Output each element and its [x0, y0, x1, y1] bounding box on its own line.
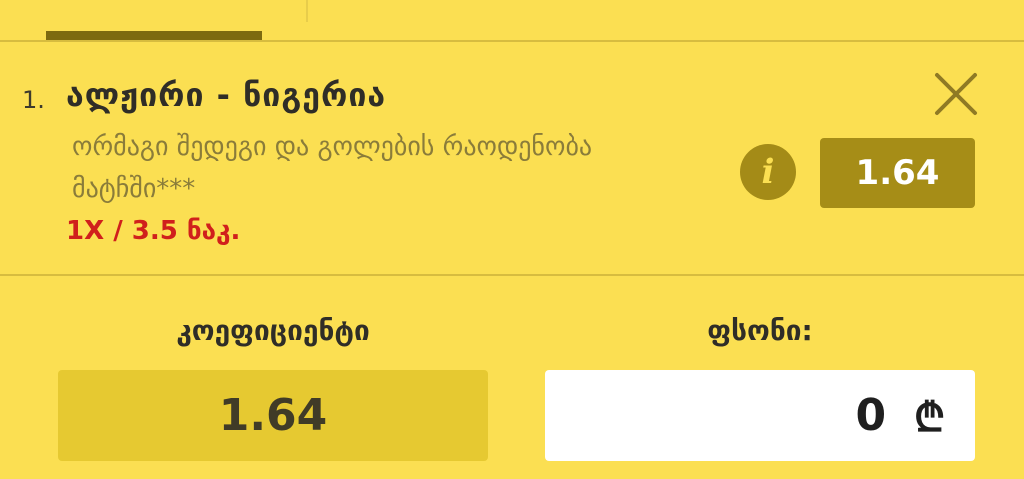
bet-selection: 1X / 3.5 ნაკ.: [66, 216, 241, 246]
odds-badge: 1.64: [820, 138, 975, 208]
stake-label: ფსონი:: [707, 314, 813, 347]
bet-index: 1.: [22, 86, 45, 114]
close-icon[interactable]: [932, 70, 980, 118]
coefficient-value: 1.64: [58, 370, 488, 461]
coefficient-label: კოეფიციენტი: [176, 314, 370, 347]
bet-market-name: ორმაგი შედეგი და გოლების რაოდენობა მატჩშ…: [72, 132, 593, 204]
active-tab-indicator: [46, 31, 262, 40]
tab-divider: [306, 0, 308, 22]
bet-event-title: ალჟირი - ნიგერია: [66, 76, 387, 114]
tab-bar: [0, 0, 1024, 42]
stake-value[interactable]: 0: [856, 390, 887, 441]
stake-input[interactable]: 0 ₾: [545, 370, 975, 461]
info-icon[interactable]: i: [740, 144, 796, 200]
lari-currency-icon: ₾: [914, 395, 945, 441]
